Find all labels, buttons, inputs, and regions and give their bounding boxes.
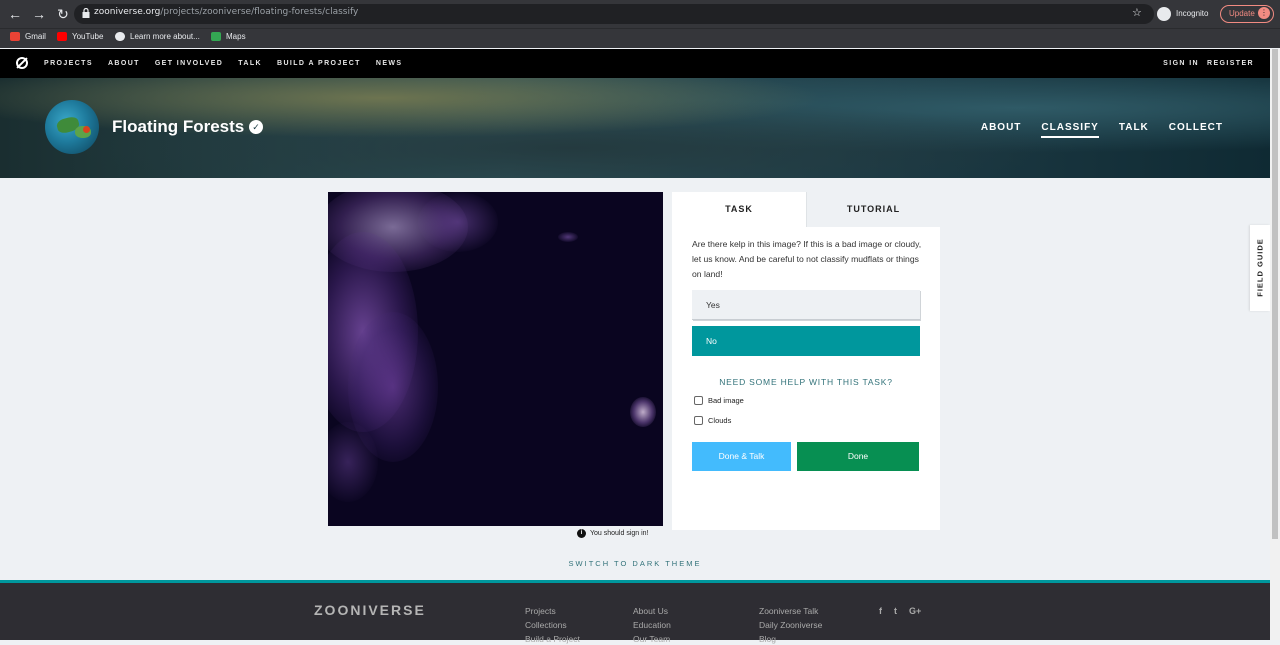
bookmark-youtube[interactable]: YouTube: [57, 32, 103, 41]
site-footer: ZOONIVERSE Projects Collections Build a …: [0, 580, 1270, 644]
field-guide-tab[interactable]: FIELD GUIDE: [1250, 225, 1270, 311]
scrollbar-thumb[interactable]: [1272, 49, 1278, 539]
browser-nav-buttons: ← → ↻: [8, 6, 70, 22]
bookmark-gmail[interactable]: Gmail: [10, 32, 46, 41]
gmail-icon: [10, 32, 20, 41]
project-title[interactable]: Floating Forests: [112, 117, 244, 137]
done-button[interactable]: Done: [797, 442, 919, 471]
nav-build-a-project[interactable]: BUILD A PROJECT: [277, 60, 361, 67]
nav-news[interactable]: NEWS: [376, 60, 403, 67]
nav-get-involved[interactable]: GET INVOLVED: [155, 60, 223, 67]
incognito-label: Incognito: [1176, 9, 1209, 18]
forward-arrow-icon[interactable]: →: [32, 6, 46, 22]
image-texture: [630, 397, 656, 427]
footer-link[interactable]: Daily Zooniverse: [759, 620, 822, 631]
answer-yes[interactable]: Yes: [692, 290, 920, 320]
bad-image-label: Bad image: [708, 396, 744, 405]
update-button[interactable]: Update ⋮: [1220, 5, 1274, 23]
sign-in-notice: i You should sign in!: [577, 529, 649, 538]
task-help-link[interactable]: NEED SOME HELP WITH THIS TASK?: [672, 377, 940, 387]
bookmark-label: Learn more about...: [130, 32, 200, 41]
footer-col-1: Projects Collections Build a Project: [525, 606, 580, 645]
nav-about[interactable]: ABOUT: [108, 60, 140, 67]
google-plus-icon[interactable]: G+: [909, 606, 921, 616]
social-links: f t G+: [879, 606, 921, 616]
bad-image-checkbox-row[interactable]: Bad image: [694, 396, 744, 405]
site-nav-links: PROJECTS ABOUT GET INVOLVED TALK BUILD A…: [44, 60, 402, 67]
image-texture: [418, 192, 498, 252]
verified-check-icon: ✓: [249, 120, 263, 134]
footer-col-2: About Us Education Our Team: [633, 606, 671, 645]
url-text: zooniverse.org/projects/zooniverse/float…: [94, 7, 359, 17]
incognito-icon[interactable]: [1157, 7, 1171, 21]
project-nav-collect[interactable]: COLLECT: [1169, 122, 1223, 138]
avatar-dot: [83, 126, 90, 133]
clouds-checkbox-row[interactable]: Clouds: [694, 416, 731, 425]
nav-talk[interactable]: TALK: [238, 60, 262, 67]
project-nav: ABOUT CLASSIFY TALK COLLECT: [981, 122, 1223, 138]
task-question: Are there kelp in this image? If this is…: [692, 239, 922, 279]
twitter-icon[interactable]: t: [894, 606, 897, 616]
youtube-icon: [57, 32, 67, 41]
footer-link[interactable]: Collections: [525, 620, 580, 631]
address-bar[interactable]: zooniverse.org/projects/zooniverse/float…: [74, 4, 1154, 24]
tab-task[interactable]: TASK: [672, 192, 806, 227]
footer-link[interactable]: Projects: [525, 606, 580, 617]
bookmark-label: YouTube: [72, 32, 104, 41]
switch-dark-theme-link[interactable]: SWITCH TO DARK THEME: [0, 559, 1270, 568]
page-scrollbar[interactable]: [1270, 49, 1280, 640]
project-nav-about[interactable]: ABOUT: [981, 122, 1022, 138]
bookmark-maps[interactable]: Maps: [211, 32, 246, 41]
bad-image-checkbox[interactable]: [694, 396, 703, 405]
facebook-icon[interactable]: f: [879, 606, 882, 616]
zooniverse-logo-icon[interactable]: [16, 57, 28, 69]
sign-in-link[interactable]: SIGN IN: [1163, 60, 1199, 67]
auth-links: SIGN IN REGISTER: [1163, 60, 1254, 67]
nav-projects[interactable]: PROJECTS: [44, 60, 93, 67]
bookmark-learn-more[interactable]: Learn more about...: [115, 32, 200, 41]
project-header: Floating Forests ✓ ABOUT CLASSIFY TALK C…: [0, 78, 1270, 178]
menu-dots-icon[interactable]: ⋮: [1258, 7, 1270, 19]
bookmark-star-icon[interactable]: ☆: [1132, 6, 1142, 19]
subject-image[interactable]: [328, 192, 663, 526]
lock-icon: [82, 8, 90, 18]
site-nav: PROJECTS ABOUT GET INVOLVED TALK BUILD A…: [0, 49, 1270, 78]
update-label: Update: [1229, 9, 1255, 18]
back-arrow-icon[interactable]: ←: [8, 6, 22, 22]
project-nav-talk[interactable]: TALK: [1119, 122, 1149, 138]
footer-link[interactable]: About Us: [633, 606, 671, 617]
footer-link[interactable]: Education: [633, 620, 671, 631]
project-nav-classify[interactable]: CLASSIFY: [1041, 122, 1099, 138]
clouds-label: Clouds: [708, 416, 732, 425]
bookmarks-bar: Gmail YouTube Learn more about... Maps: [0, 28, 1280, 48]
browser-toolbar: ← → ↻ zooniverse.org/projects/zooniverse…: [0, 0, 1280, 28]
task-tabs: TASK TUTORIAL: [672, 192, 940, 227]
sign-in-note-text[interactable]: You should sign in!: [590, 530, 649, 537]
answer-no[interactable]: No: [692, 326, 920, 356]
bookmark-label: Gmail: [25, 32, 46, 41]
project-avatar[interactable]: [45, 100, 99, 154]
tab-tutorial[interactable]: TUTORIAL: [806, 192, 940, 227]
info-icon: i: [577, 529, 586, 538]
footer-link[interactable]: Zooniverse Talk: [759, 606, 822, 617]
globe-icon: [115, 32, 125, 41]
done-and-talk-button[interactable]: Done & Talk: [692, 442, 791, 471]
maps-icon: [211, 32, 221, 41]
footer-logo[interactable]: ZOONIVERSE: [314, 602, 426, 618]
register-link[interactable]: REGISTER: [1207, 60, 1254, 67]
image-texture: [558, 232, 578, 242]
field-guide-label: FIELD GUIDE: [1255, 238, 1265, 297]
task-panel: TASK TUTORIAL Are there kelp in this ima…: [672, 192, 940, 530]
bookmark-label: Maps: [226, 32, 246, 41]
clouds-checkbox[interactable]: [694, 416, 703, 425]
footer-col-3: Zooniverse Talk Daily Zooniverse Blog: [759, 606, 822, 645]
reload-icon[interactable]: ↻: [56, 6, 70, 22]
